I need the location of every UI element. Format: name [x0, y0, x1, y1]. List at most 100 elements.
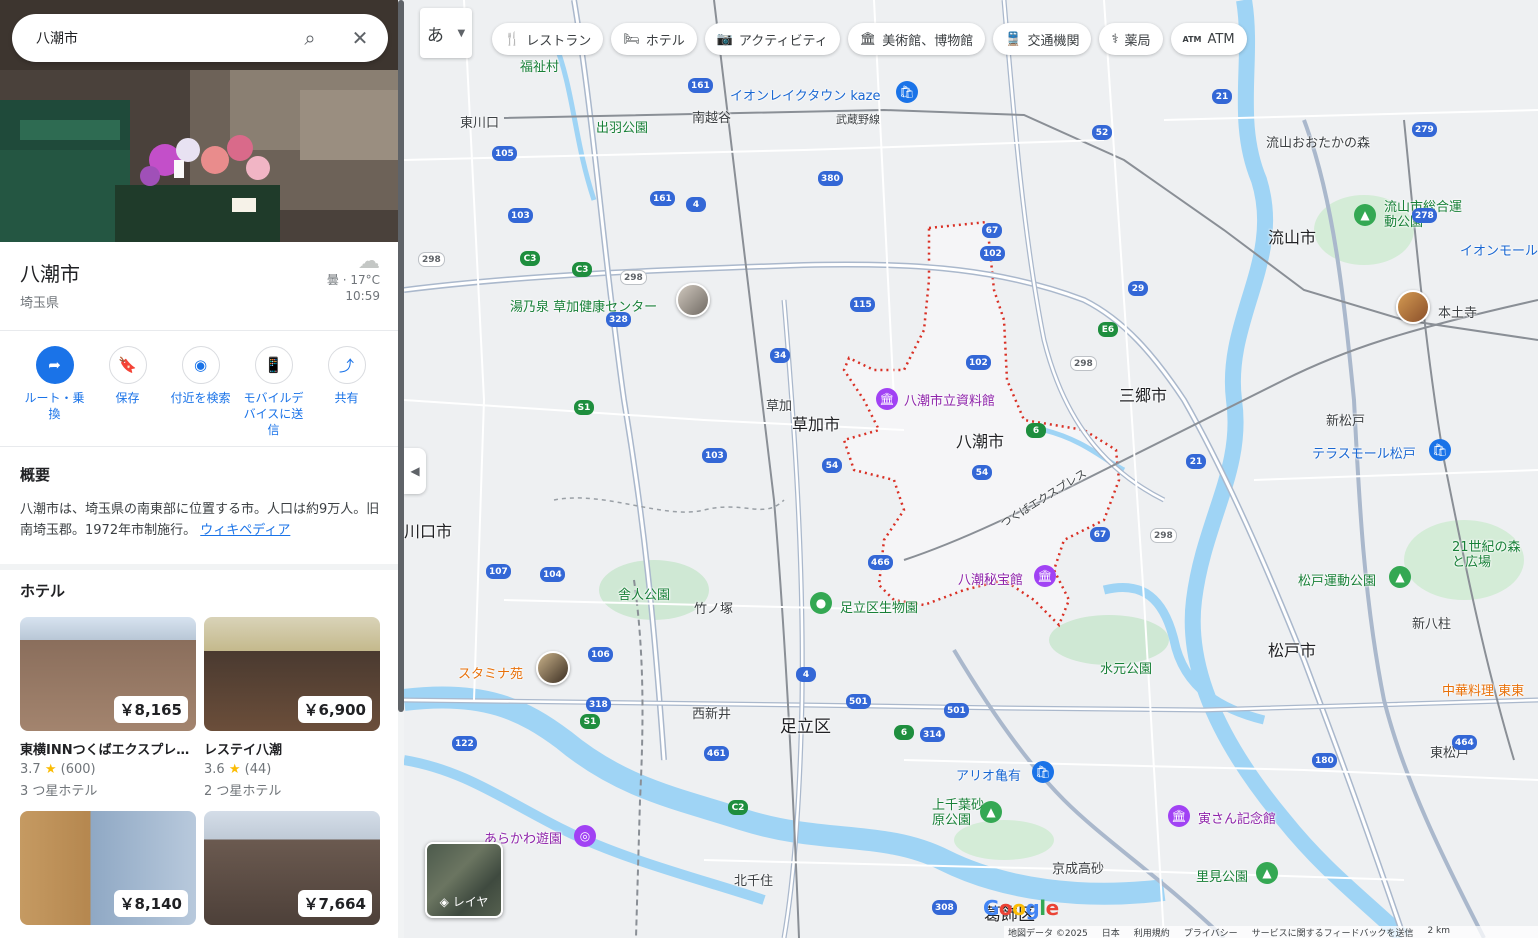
map-label-satomi-park[interactable]: 里見公園 [1196, 866, 1248, 885]
route-shield: 380 [818, 171, 843, 186]
museum-icon[interactable]: 🏛 [876, 388, 898, 410]
map-label-aeon-mall[interactable]: イオンモール [1460, 240, 1538, 259]
route-shield: 314 [920, 727, 945, 742]
map-label-kawaguchi-city[interactable]: 川口市 [404, 518, 452, 542]
chip-label: 交通機関 [1027, 33, 1080, 49]
park-icon[interactable]: ▲ [1256, 862, 1278, 884]
search-box[interactable]: ⌕ ✕ [12, 14, 388, 62]
privacy-link[interactable]: プライバシー [1184, 926, 1238, 938]
shopping-icon[interactable]: 🛍 [1429, 439, 1451, 461]
weather-time: 10:59 [345, 289, 380, 303]
amusement-icon[interactable]: ◎ [574, 825, 596, 847]
map-label-fukushimura[interactable]: 福祉村 [520, 56, 559, 75]
hotel-card[interactable]: ￥8,140 [20, 811, 196, 925]
route-shield: 103 [702, 448, 727, 463]
map-label-higashikawaguchi[interactable]: 東川口 [460, 112, 499, 131]
map-canvas[interactable]: 八潮市 🏛 八潮市立資料館 八潮秘宝館 🏛 草加 草加市 三郷市 足立区 松戸市… [404, 0, 1538, 938]
museum-icon[interactable]: 🏛 [1034, 565, 1056, 587]
map-label-shin-yahashira[interactable]: 新八柱 [1412, 613, 1451, 632]
review-count: (600) [60, 762, 96, 777]
wikipedia-link[interactable]: ウィキペディア [200, 523, 290, 538]
shopping-icon[interactable]: 🛍 [1032, 761, 1054, 783]
directions-button[interactable]: ➦ ルート・乗換 [18, 346, 91, 438]
search-input[interactable] [36, 30, 286, 46]
weather-condition: 曇 · 17°C [326, 273, 380, 287]
chip-hotel[interactable]: 🛏 ホテル [611, 23, 697, 55]
chip-pharmacy[interactable]: ⚕ 薬局 [1099, 23, 1163, 55]
map-label-tora-kinen[interactable]: 寅さん記念館 [1198, 808, 1276, 827]
place-title: 八潮市 [20, 262, 80, 286]
map-label-nishiarai[interactable]: 西新井 [692, 703, 731, 722]
map-label-izumo-park[interactable]: 出羽公園 [596, 117, 648, 136]
zoo-icon[interactable]: ● [810, 592, 832, 614]
map-label-yunosen[interactable]: 湯乃泉 草加健康センター [510, 296, 657, 315]
map-label-ario-kameari[interactable]: アリオ亀有 [956, 765, 1021, 784]
hotel-card[interactable]: ￥7,664 [204, 811, 380, 925]
ime-toggle-button[interactable]: あ ▼ [420, 8, 472, 58]
hondoji-photo[interactable] [1396, 290, 1430, 324]
route-shield: 103 [508, 208, 533, 223]
chip-activity[interactable]: 📷 アクティビティ [704, 23, 840, 55]
map-label-yashio-hihokan[interactable]: 八潮秘宝館 [958, 569, 1023, 588]
terms-link[interactable]: 利用規約 [1134, 926, 1170, 938]
search-icon[interactable]: ⌕ [298, 26, 322, 50]
shopping-icon[interactable]: 🛍 [896, 81, 918, 103]
map-label-matsudo-park[interactable]: 松戸運動公園 [1298, 570, 1376, 589]
stamina-photo[interactable] [536, 651, 570, 685]
layers-button[interactable]: ◈ レイヤ [425, 842, 503, 918]
map-label-misato-city[interactable]: 三郷市 [1119, 382, 1167, 406]
scale-bar[interactable]: 2 km [1427, 926, 1450, 938]
feedback-link[interactable]: サービスに関するフィードバックを送信 [1252, 926, 1414, 938]
yunosen-photo[interactable] [676, 283, 710, 317]
map-label-stamina[interactable]: スタミナ苑 [458, 663, 523, 682]
map-label-yashio-museum[interactable]: 八潮市立資料館 [904, 390, 995, 409]
route-shield: 501 [846, 694, 871, 709]
panel-scrollbar[interactable] [398, 0, 404, 938]
map-label-nagareyama-city[interactable]: 流山市 [1268, 224, 1316, 248]
maps-app: 八潮市 🏛 八潮市立資料館 八潮秘宝館 🏛 草加 草加市 三郷市 足立区 松戸市… [0, 0, 1538, 938]
park-icon[interactable]: ▲ [1389, 566, 1411, 588]
close-icon[interactable]: ✕ [348, 26, 372, 50]
park-icon[interactable]: ▲ [1354, 204, 1376, 226]
nearby-icon: ◉ [181, 346, 220, 384]
map-label-soka-station[interactable]: 草加 [766, 395, 792, 414]
collapse-panel-button[interactable]: ◀ [404, 448, 426, 494]
map-label-forest-21[interactable]: 21世紀の森と広場 [1452, 540, 1522, 570]
map-label-chuka[interactable]: 中華料理 東東 [1442, 680, 1524, 699]
map-label-minami-koshigaya[interactable]: 南越谷 [692, 107, 731, 126]
save-button[interactable]: 🔖 保存 [91, 346, 164, 438]
map-label-shinmatsudo[interactable]: 新松戸 [1326, 410, 1365, 429]
map-label-adachi-zoo[interactable]: 足立区生物園 [840, 597, 918, 616]
map-label-keisei-takasago[interactable]: 京成高砂 [1052, 858, 1104, 877]
map-label-kitasenju[interactable]: 北千住 [734, 870, 773, 889]
map-label-hondoji[interactable]: 本土寺 [1438, 302, 1477, 321]
route-shield: 298 [1150, 528, 1177, 543]
share-button[interactable]: ⤴ 共有 [310, 346, 383, 438]
chip-museum[interactable]: 🏛 美術館、博物館 [847, 23, 986, 55]
park-icon[interactable]: ▲ [980, 801, 1002, 823]
chip-transit[interactable]: 🚆 交通機関 [993, 23, 1092, 55]
scrollbar-thumb[interactable] [398, 0, 404, 712]
map-label-toneri-park[interactable]: 舎人公園 [618, 584, 670, 603]
hotel-card[interactable]: ￥8,165 東横INNつくばエクスプレス八潮駅 3.7 ★ (600) 3 つ… [20, 617, 196, 799]
map-label-matsudo-city[interactable]: 松戸市 [1268, 637, 1316, 661]
send-to-phone-button[interactable]: 📱 モバイルデバイスに送信 [237, 346, 310, 438]
map-label-soka-city[interactable]: 草加市 [792, 411, 840, 435]
map-label-adachi[interactable]: 足立区 [780, 712, 831, 737]
map-label-aeon-laketown[interactable]: イオンレイクタウン kaze [730, 85, 880, 104]
map-label-mizumoto-park[interactable]: 水元公園 [1100, 658, 1152, 677]
route-shield: 54 [822, 458, 842, 473]
map-label-takenozuka[interactable]: 竹ノ塚 [694, 598, 733, 617]
chip-atm[interactable]: ATM ATM [1170, 23, 1247, 55]
chip-restaurant[interactable]: 🍴 レストラン [492, 23, 604, 55]
map-label-yashio-city[interactable]: 八潮市 [956, 428, 1004, 452]
map-label-terrace-mall[interactable]: テラスモール松戸 [1312, 443, 1416, 462]
nearby-button[interactable]: ◉ 付近を検索 [164, 346, 237, 438]
route-shield: 466 [868, 555, 893, 570]
hotel-card[interactable]: ￥6,900 レステイ八潮 3.6 ★ (44) 2 つ星ホテル [204, 617, 380, 799]
museum-icon[interactable]: 🏛 [1168, 805, 1190, 827]
review-count: (44) [244, 762, 272, 777]
country-link[interactable]: 日本 [1102, 926, 1120, 938]
route-shield: 67 [1090, 527, 1110, 542]
map-label-nagareyama-otaka[interactable]: 流山おおたかの森 [1266, 132, 1370, 151]
